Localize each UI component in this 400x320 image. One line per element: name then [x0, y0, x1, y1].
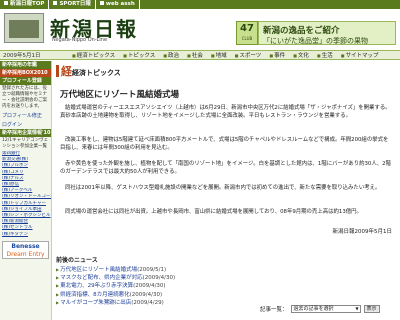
sidebar-heading-profile[interactable]: プロフィール登録	[0, 77, 51, 85]
nav-business[interactable]: 経済トピックス	[72, 51, 115, 59]
header: 新潟日報 Niigata-Nippo On-Line 47 CLUB 新潟の逸品…	[0, 9, 400, 50]
related-item[interactable]: ▶県経済指標、8カ月連続悪化(2009/4/30)	[56, 291, 226, 299]
article-credit: 新潟日報2009年5月1日	[332, 229, 393, 235]
top-nav: 新潟日報TOP SPORT日報 web assh	[0, 0, 400, 9]
archive-submit-button[interactable]: 表示	[363, 305, 380, 313]
nav-life[interactable]: 生活	[317, 51, 333, 59]
sidebar-heading-recruit: 新卒採用の年鑑	[0, 61, 51, 69]
ad-banner[interactable]: 新潟の逸品をご紹介 「にいがた逸品堂」の季節の果物	[258, 21, 396, 45]
login-link[interactable]: ログイン	[0, 120, 51, 129]
topnav-home[interactable]: 新潟日報TOP	[0, 0, 50, 9]
nav-society[interactable]: 社会	[187, 51, 203, 59]
sidebar-heading-companies: 新卒採用企業情報'10	[0, 129, 51, 137]
article-paragraph: 同式場の運営会社には同社が出資。上越市や長岡市、富山県に結婚式場を展開しており、…	[65, 209, 362, 215]
section-heading: 経経済トピックス	[56, 61, 121, 81]
nav-incidents[interactable]: 事件	[269, 51, 285, 59]
section-nav: 経済トピックス トピックス 政治 社会 地域 スポーツ 事件 文化 生活 サイト…	[72, 51, 387, 59]
date-bar: 2009年5月1日 経済トピックス トピックス 政治 社会 地域 スポーツ 事件…	[0, 50, 400, 60]
site-subtitle: Niigata-Nippo On-Line	[52, 37, 108, 43]
profile-description: 登録された方には、役立つ就職情報やセミナー・会社説明会のご案内をお送りします。	[2, 86, 47, 109]
related-item[interactable]: ▶マルイがコープ朱鷺跡に出店(2009/4/29)	[56, 299, 226, 307]
company-link[interactable]: (株)キタデン	[0, 232, 51, 238]
related-item[interactable]: ▶マスクなど配布、県内企業が対応(2009/4/30)	[56, 274, 226, 282]
company-link[interactable]: (株)リオン・ドールコーポレーション	[0, 194, 51, 200]
logo-image[interactable]	[4, 13, 44, 43]
nav-politics[interactable]: 政治	[163, 51, 179, 59]
archive-search: 記事一覧： 過去の記事を選択 ▼ 表示	[260, 305, 380, 313]
archive-select[interactable]: 過去の記事を選択 ▼	[290, 305, 361, 313]
related-item[interactable]: ▶東北電力、29年ぶり赤字決算(2009/4/30)	[56, 282, 226, 290]
article-title: 万代地区にリゾート風結婚式場	[60, 90, 180, 100]
archive-label: 記事一覧：	[260, 307, 288, 313]
article-paragraph: 同社は2001年以降、ゲストハウス型婚礼施設の開業などを展開。新潟市内では初めて…	[65, 185, 381, 191]
related-heading: 前後のニュース	[56, 257, 98, 264]
ad-47club[interactable]: 47 CLUB	[236, 21, 258, 45]
current-date: 2009年5月1日	[3, 53, 41, 59]
article-paragraph: 赤や黄色を使った外観を施し、植物を配して「南国のリゾート地」をイメージ。白を基調…	[60, 161, 391, 175]
nav-region[interactable]: 地域	[211, 51, 227, 59]
nav-sports[interactable]: スポーツ	[235, 51, 261, 59]
related-item[interactable]: ▶万代地区にリゾート風結婚式場(2009/5/1)	[56, 266, 226, 274]
main-content: 経経済トピックス 万代地区にリゾート風結婚式場 結婚式場運営のティーエスエスアソ…	[56, 61, 396, 320]
nav-sitemap[interactable]: サイトマップ	[341, 51, 378, 59]
sidebar: 新卒採用の年鑑 新卒採用BOX2010 プロフィール登録 登録された方には、役立…	[0, 61, 52, 320]
related-news: 前後のニュース ▶万代地区にリゾート風結婚式場(2009/5/1) ▶マスクなど…	[56, 255, 226, 307]
nav-topics[interactable]: トピックス	[123, 51, 155, 59]
benesse-banner[interactable]: Benesse Dream Entry	[2, 240, 49, 259]
nav-culture[interactable]: 文化	[293, 51, 309, 59]
convention-description[interactable]: 12/1キャリアコンヴェンション参加企業一覧	[0, 137, 51, 151]
recruit-box-banner[interactable]: 新卒採用BOX2010	[0, 69, 51, 77]
section-label: 経済トピックス	[72, 69, 121, 77]
chevron-down-icon: ▼	[355, 306, 359, 311]
article-paragraph: 結婚式場運営のティーエスエスアソシエイツ（上越市）は6月29日、新潟市中央区万代…	[60, 105, 391, 119]
profile-edit-link[interactable]: プロフィール修正	[0, 111, 51, 120]
company-link[interactable]: (株)トップカルチャー	[0, 201, 51, 207]
article-paragraph: 改装工事をし、建物は5階建て延べ床面積800平方メートルで、式場は5階のチャペル…	[60, 137, 389, 151]
heading-marker	[56, 65, 59, 77]
topnav-web[interactable]: web assh	[96, 0, 140, 9]
topnav-sport[interactable]: SPORT日報	[49, 0, 96, 9]
